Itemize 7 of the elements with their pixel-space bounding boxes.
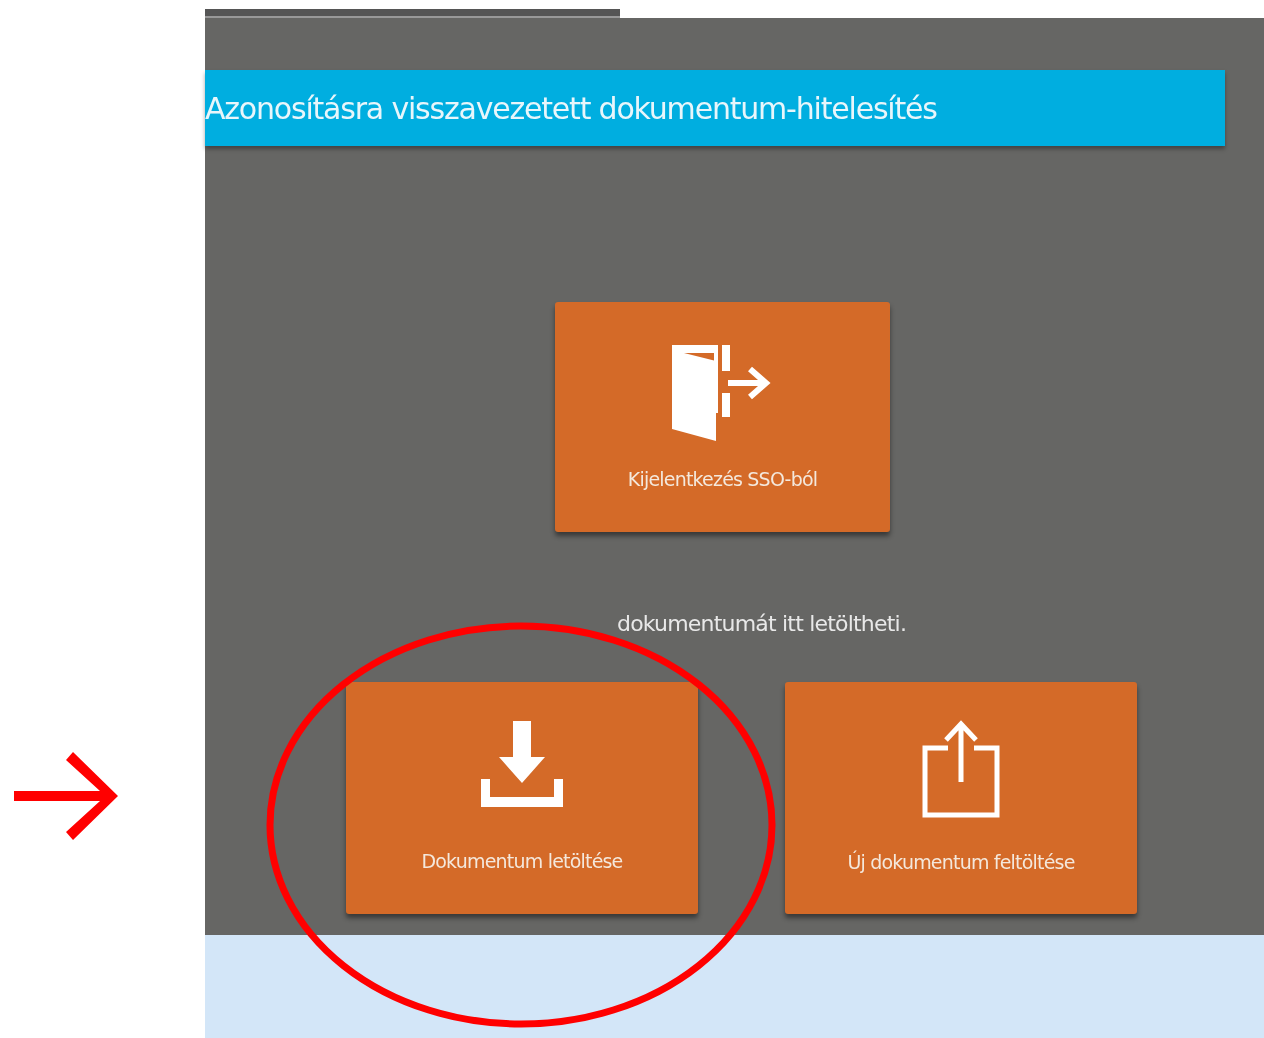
page-title: Azonosításra visszavezetett dokumentum-hitelesítés	[205, 70, 1225, 146]
download-button[interactable]: Dokumentum letöltése	[346, 682, 698, 915]
upload-button[interactable]: Új dokumentum feltöltése	[785, 682, 1137, 915]
download-message: dokumentumát itt letöltheti.	[617, 612, 908, 637]
upload-icon	[922, 719, 1000, 818]
download-icon	[481, 720, 563, 807]
logout-button[interactable]: Kijelentkezés SSO-ból	[555, 302, 890, 532]
